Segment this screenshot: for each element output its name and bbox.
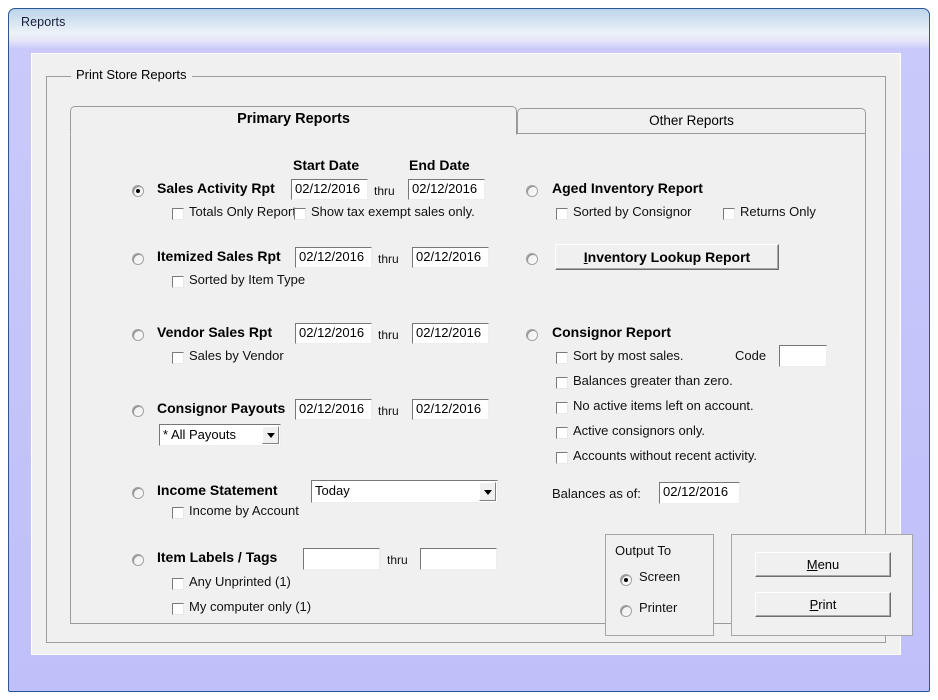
- label-income-by-account: Income by Account: [189, 503, 299, 518]
- balances-as-of-date[interactable]: 02/12/2016: [659, 482, 740, 504]
- vendor-sales-thru-label: thru: [378, 328, 399, 342]
- checkbox-accounts-without-recent-activity[interactable]: [556, 452, 568, 464]
- print-button-rest: rint: [818, 597, 837, 612]
- print-button[interactable]: Print: [755, 592, 891, 617]
- consignor-payouts-start-date[interactable]: 02/12/2016: [295, 399, 372, 420]
- vendor-sales-start-date[interactable]: 02/12/2016: [295, 323, 372, 344]
- label-sort-by-most-sales: Sort by most sales.: [573, 348, 684, 363]
- form-client-area: Print Store Reports Primary Reports Othe…: [31, 53, 913, 655]
- label-returns-only: Returns Only: [740, 204, 816, 219]
- checkbox-sales-by-vendor[interactable]: [172, 352, 184, 364]
- payout-filter-value: * All Payouts: [163, 427, 236, 442]
- chevron-down-icon[interactable]: [262, 426, 279, 444]
- checkbox-sorted-by-item-type[interactable]: [172, 276, 184, 288]
- window-title-bar[interactable]: Reports: [9, 9, 929, 39]
- item-labels-thru-label: thru: [387, 553, 408, 567]
- menu-button-accel: M: [806, 557, 818, 572]
- label-aged-inventory-report: Aged Inventory Report: [552, 180, 703, 196]
- checkbox-show-tax-exempt-sales-only[interactable]: [294, 208, 306, 220]
- radio-income-statement[interactable]: [132, 487, 144, 499]
- start-date-header: Start Date: [293, 157, 360, 173]
- radio-itemized-sales-rpt[interactable]: [132, 253, 144, 265]
- window-title-text: Reports: [21, 15, 66, 29]
- radio-vendor-sales-rpt[interactable]: [132, 329, 144, 341]
- print-store-reports-groupbox: Print Store Reports Primary Reports Othe…: [46, 67, 913, 643]
- itemized-sales-thru-label: thru: [378, 252, 399, 266]
- label-code: Code: [735, 348, 767, 363]
- checkbox-balances-greater-than-zero[interactable]: [556, 377, 568, 389]
- itemized-sales-end-date[interactable]: 02/12/2016: [412, 247, 489, 268]
- itemized-sales-start-date[interactable]: 02/12/2016: [295, 247, 372, 268]
- label-sorted-by-consignor: Sorted by Consignor: [573, 204, 692, 219]
- tab-primary-reports[interactable]: Primary Reports: [70, 106, 517, 135]
- label-itemized-sales-rpt: Itemized Sales Rpt: [157, 248, 281, 264]
- radio-consignor-report[interactable]: [526, 329, 538, 341]
- print-button-accel: P: [809, 597, 819, 612]
- reports-tab-control: Primary Reports Other Reports Start Date…: [70, 106, 913, 636]
- action-buttons-groupbox: Menu Print: [731, 534, 913, 636]
- label-item-labels-tags: Item Labels / Tags: [157, 549, 278, 565]
- checkbox-income-by-account[interactable]: [172, 507, 184, 519]
- label-balances-as-of: Balances as of:: [552, 486, 641, 501]
- item-labels-end-value[interactable]: [420, 548, 497, 570]
- radio-sales-activity-rpt[interactable]: [132, 185, 144, 197]
- output-to-legend: Output To: [615, 543, 672, 558]
- sales-activity-start-date[interactable]: 02/12/2016: [291, 179, 368, 200]
- checkbox-no-active-items-left[interactable]: [556, 402, 568, 414]
- consignor-payouts-end-date[interactable]: 02/12/2016: [412, 399, 489, 420]
- income-period-dropdown[interactable]: Today: [311, 480, 498, 503]
- tab-other-reports[interactable]: Other Reports: [517, 108, 866, 134]
- item-labels-start-value[interactable]: [303, 548, 380, 570]
- label-consignor-report: Consignor Report: [552, 324, 671, 340]
- label-show-tax-exempt-sales-only: Show tax exempt sales only.: [311, 204, 475, 219]
- radio-output-printer[interactable]: [620, 605, 632, 617]
- reports-window: Reports Print Store Reports Primary Repo…: [8, 8, 930, 692]
- label-sales-activity-rpt: Sales Activity Rpt: [157, 180, 275, 196]
- radio-inventory-lookup-report[interactable]: [526, 253, 538, 265]
- menu-button-rest: enu: [817, 557, 840, 572]
- checkbox-returns-only[interactable]: [723, 208, 735, 220]
- checkbox-active-consignors-only[interactable]: [556, 427, 568, 439]
- menu-button[interactable]: Menu: [755, 552, 891, 577]
- income-period-value: Today: [315, 483, 350, 498]
- print-store-reports-legend: Print Store Reports: [71, 67, 192, 82]
- radio-aged-inventory-report[interactable]: [526, 185, 538, 197]
- label-balances-greater-than-zero: Balances greater than zero.: [573, 373, 733, 388]
- label-active-consignors-only: Active consignors only.: [573, 423, 705, 438]
- radio-consignor-payouts[interactable]: [132, 405, 144, 417]
- radio-item-labels-tags[interactable]: [132, 554, 144, 566]
- sales-activity-thru-label: thru: [374, 184, 395, 198]
- consignor-payouts-thru-label: thru: [378, 404, 399, 418]
- output-to-groupbox: Output To Screen Printer: [605, 534, 714, 636]
- sales-activity-end-date[interactable]: 02/12/2016: [408, 179, 485, 200]
- payout-filter-dropdown[interactable]: * All Payouts: [159, 424, 281, 446]
- checkbox-sort-by-most-sales[interactable]: [556, 352, 568, 364]
- inventory-lookup-report-button[interactable]: Inventory Lookup Report: [555, 244, 779, 270]
- label-output-printer: Printer: [639, 600, 678, 615]
- label-income-statement: Income Statement: [157, 482, 278, 498]
- label-output-screen: Screen: [639, 569, 681, 584]
- inventory-lookup-rest: nventory Lookup Report: [587, 249, 751, 265]
- checkbox-sorted-by-consignor[interactable]: [556, 208, 568, 220]
- tab-primary-reports-label: Primary Reports: [237, 111, 350, 127]
- label-accounts-without-recent-activity: Accounts without recent activity.: [573, 448, 758, 463]
- tab-other-reports-label: Other Reports: [649, 113, 734, 128]
- label-sales-by-vendor: Sales by Vendor: [189, 348, 284, 363]
- consignor-code-input[interactable]: [779, 345, 827, 367]
- primary-reports-panel: Start Date End Date Sales Activity Rpt 0…: [70, 134, 913, 636]
- checkbox-my-computer-only[interactable]: [172, 603, 184, 615]
- label-totals-only-report: Totals Only Report: [189, 204, 296, 219]
- checkbox-totals-only-report[interactable]: [172, 208, 184, 220]
- radio-output-screen[interactable]: [620, 574, 632, 586]
- label-sorted-by-item-type: Sorted by Item Type: [189, 272, 306, 287]
- label-my-computer-only: My computer only (1): [189, 599, 312, 614]
- checkbox-any-unprinted[interactable]: [172, 578, 184, 590]
- label-no-active-items-left: No active items left on account.: [573, 398, 754, 413]
- vendor-sales-end-date[interactable]: 02/12/2016: [412, 323, 489, 344]
- label-vendor-sales-rpt: Vendor Sales Rpt: [157, 324, 273, 340]
- label-consignor-payouts: Consignor Payouts: [157, 400, 286, 416]
- end-date-header: End Date: [409, 157, 470, 173]
- label-any-unprinted: Any Unprinted (1): [189, 574, 291, 589]
- chevron-down-icon[interactable]: [479, 482, 496, 501]
